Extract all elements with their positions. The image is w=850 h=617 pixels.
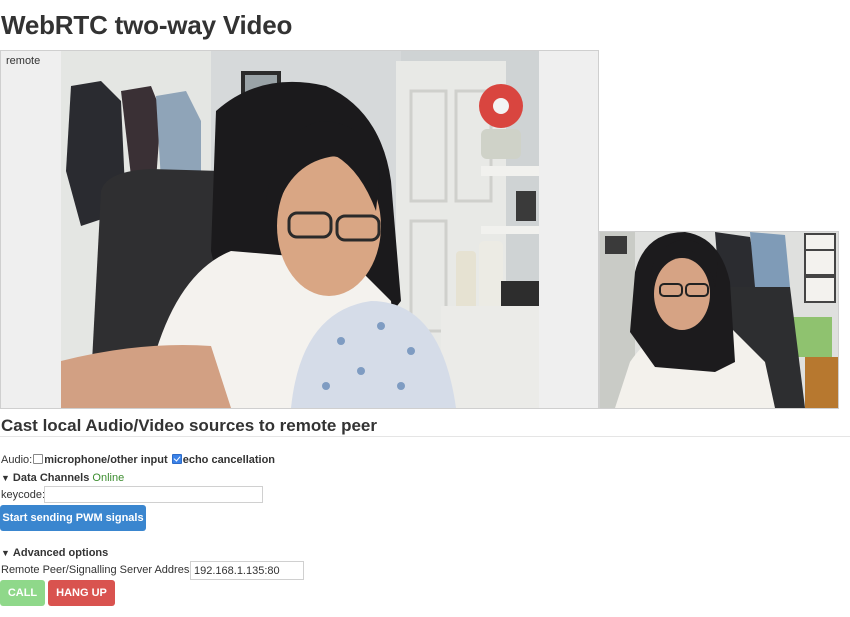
- local-video-image: [600, 232, 838, 408]
- audio-label: Audio:: [1, 454, 33, 466]
- local-video[interactable]: [599, 231, 839, 409]
- hang-up-button[interactable]: HANG UP: [48, 580, 115, 606]
- remote-video-image: [61, 51, 539, 408]
- data-channels-toggle[interactable]: ▼ Data Channels Online: [1, 472, 124, 484]
- advanced-options-toggle[interactable]: ▼ Advanced options: [1, 547, 108, 559]
- expand-triangle-icon: ▼: [1, 548, 10, 558]
- microphone-checkbox[interactable]: [33, 454, 44, 464]
- section-divider: [0, 436, 850, 437]
- page-title: WebRTC two-way Video: [1, 10, 293, 40]
- call-button[interactable]: CALL: [0, 580, 45, 606]
- remote-video-frame: [61, 51, 539, 408]
- data-channels-label: Data Channels: [12, 472, 90, 484]
- advanced-options-label: Advanced options: [12, 547, 109, 559]
- microphone-label: microphone/other input: [44, 454, 168, 466]
- server-address-input[interactable]: [190, 561, 304, 580]
- keycode-input[interactable]: [44, 486, 263, 503]
- server-address-label: Remote Peer/Signalling Server Address:: [1, 564, 198, 576]
- remote-video-label: remote: [6, 55, 41, 67]
- keycode-label: keycode:: [1, 489, 46, 501]
- echo-cancellation-checkbox[interactable]: [171, 454, 182, 464]
- section-title: Cast local Audio/Video sources to remote…: [1, 416, 377, 435]
- start-pwm-button[interactable]: Start sending PWM signals: [0, 505, 146, 531]
- echo-cancellation-label: echo cancellation: [182, 454, 276, 466]
- audio-row: Audio: microphone/other input echo cancel…: [1, 454, 275, 466]
- expand-triangle-icon: ▼: [1, 473, 10, 483]
- data-channels-status: Online: [92, 472, 125, 484]
- remote-video[interactable]: remote: [0, 50, 599, 409]
